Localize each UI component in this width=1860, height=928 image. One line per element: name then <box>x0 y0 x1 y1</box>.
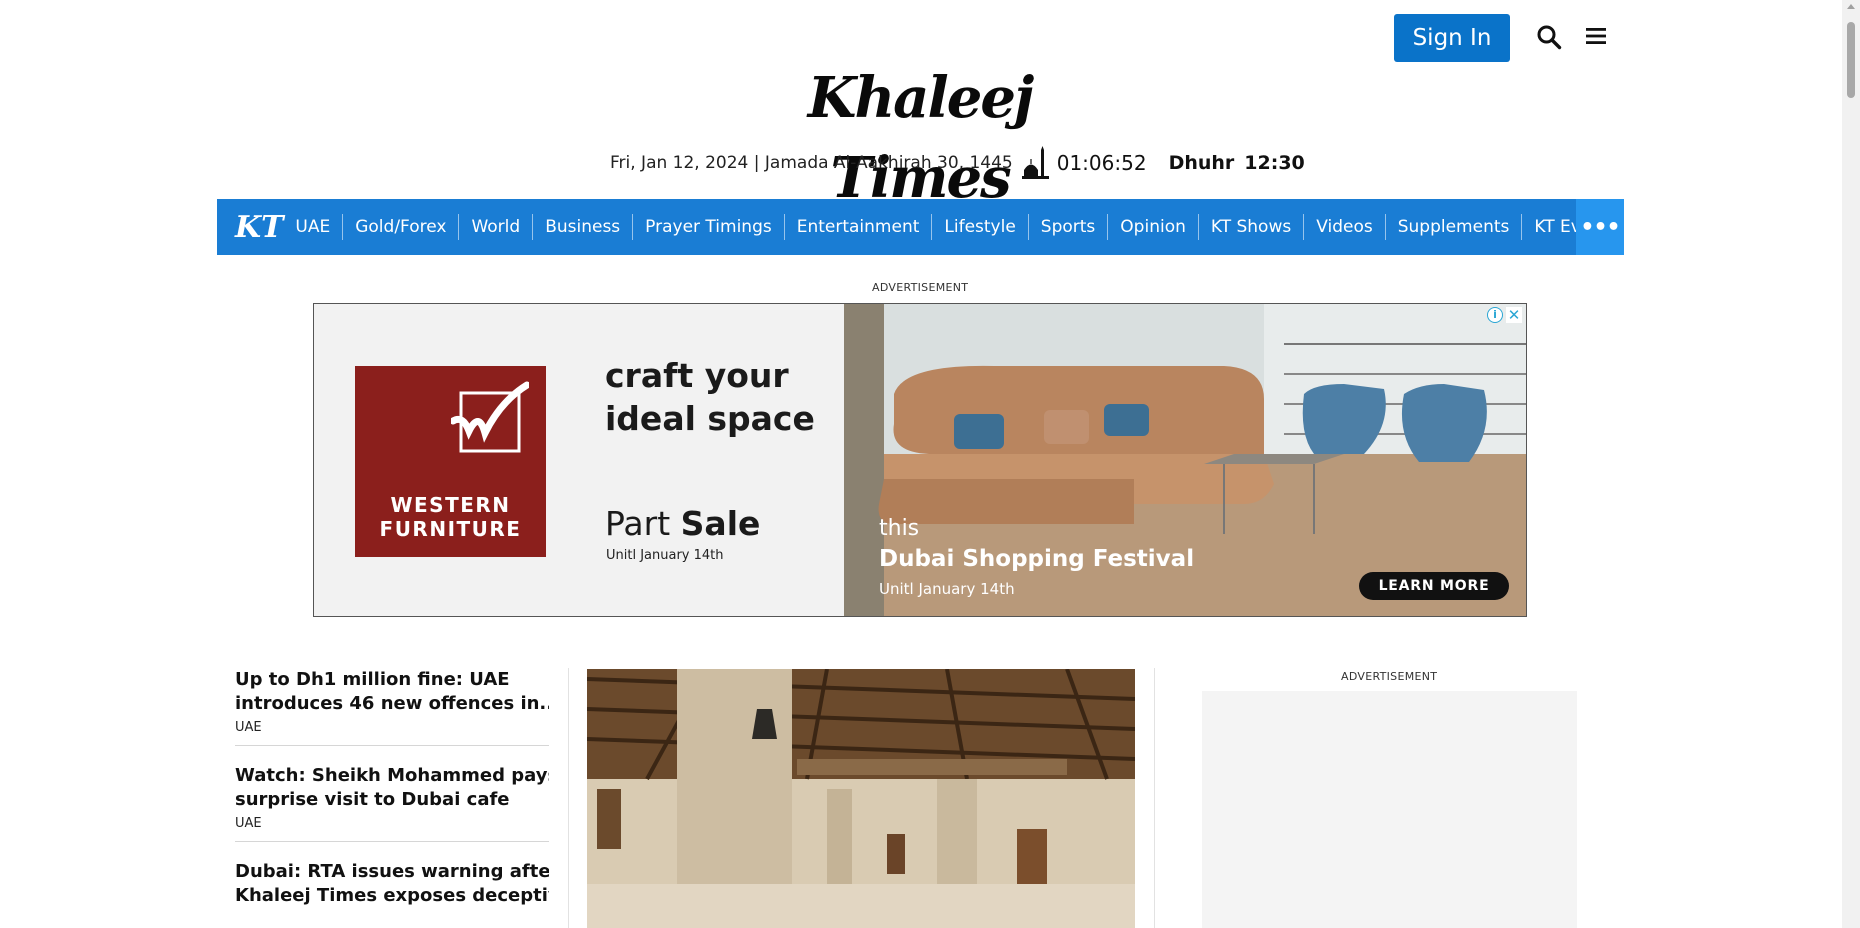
brand-name: WESTERN FURNITURE <box>379 493 522 541</box>
ad-until-left: Unitl January 14th <box>606 548 724 563</box>
nav-item-videos[interactable]: Videos <box>1303 214 1385 240</box>
checkmark-logo-icon <box>451 381 529 453</box>
site-logo[interactable]: Khaleej Times <box>745 58 1095 211</box>
clock: 01:06:52 <box>1056 151 1147 175</box>
news-headline[interactable]: Dubai: RTA issues warning after Khaleej T… <box>235 860 549 908</box>
news-headline[interactable]: Watch: Sheikh Mohammed pays surprise visi… <box>235 764 549 812</box>
featured-story-image[interactable] <box>587 669 1135 928</box>
mosque-icon <box>1021 146 1049 179</box>
list-item[interactable]: Watch: Sheikh Mohammed pays surprise visi… <box>235 764 549 842</box>
main-nav: KT UAE Gold/Forex World Business Prayer … <box>217 199 1624 255</box>
sale-prefix: Part <box>605 504 671 543</box>
nav-item-world[interactable]: World <box>458 214 532 240</box>
nav-kt-logo[interactable]: KT <box>235 199 283 255</box>
nav-item-uae[interactable]: UAE <box>283 214 342 240</box>
hamburger-menu-icon[interactable] <box>1584 25 1608 47</box>
ad-info-icon[interactable]: i <box>1487 307 1503 323</box>
date-text: Fri, Jan 12, 2024 | Jamada Al-Aakhirah 3… <box>610 153 1013 173</box>
nav-item-supplements[interactable]: Supplements <box>1384 214 1522 240</box>
nav-item-gold-forex[interactable]: Gold/Forex <box>342 214 458 240</box>
nav-item-lifestyle[interactable]: Lifestyle <box>931 214 1027 240</box>
ad-sale-text: Part Sale <box>605 504 760 543</box>
column-divider <box>568 668 569 928</box>
sale-bold: Sale <box>680 504 761 543</box>
news-headline[interactable]: Up to Dh1 million fine: UAE introduces 46… <box>235 668 549 716</box>
logo-wordmark: Khaleej Times <box>807 65 1034 211</box>
search-icon[interactable] <box>1536 24 1562 50</box>
nav-item-business[interactable]: Business <box>532 214 632 240</box>
nav-item-entertainment[interactable]: Entertainment <box>783 214 932 240</box>
learn-more-button[interactable]: LEARN MORE <box>1359 572 1509 600</box>
news-category[interactable]: UAE <box>235 720 549 735</box>
list-item[interactable]: Dubai: RTA issues warning after Khaleej T… <box>235 860 549 918</box>
nav-item-opinion[interactable]: Opinion <box>1107 214 1198 240</box>
top-stories-list: Up to Dh1 million fine: UAE introduces 46… <box>235 668 549 928</box>
prayer-name: Dhuhr <box>1168 152 1235 174</box>
news-category[interactable]: UAE <box>235 816 549 831</box>
advertisement-label: ADVERTISEMENT <box>872 281 969 294</box>
scroll-up-arrow-icon[interactable] <box>1847 4 1855 9</box>
scroll-thumb[interactable] <box>1847 22 1855 98</box>
western-furniture-logo: WESTERN FURNITURE <box>355 366 546 557</box>
ad-furniture-photo: this Dubai Shopping Festival Unitl Janua… <box>844 304 1526 616</box>
nav-more-button[interactable]: ••• <box>1576 199 1624 255</box>
sign-in-button[interactable]: Sign In <box>1394 14 1510 62</box>
ad-banner[interactable]: WESTERN FURNITURE craft your ideal space… <box>313 303 1527 617</box>
column-divider <box>1154 668 1155 928</box>
ad-until-right: Unitl January 14th <box>879 580 1015 598</box>
side-ad-slot[interactable] <box>1202 691 1577 928</box>
ad-headline: craft your ideal space <box>605 356 815 438</box>
page-scrollbar[interactable] <box>1842 0 1860 928</box>
ad-close-icon[interactable]: ✕ <box>1506 307 1522 323</box>
dateline: Fri, Jan 12, 2024 | Jamada Al-Aakhirah 3… <box>610 146 1305 179</box>
nav-item-kt-shows[interactable]: KT Shows <box>1197 214 1303 240</box>
advertisement-label: ADVERTISEMENT <box>1341 670 1438 683</box>
ad-festival-text: Dubai Shopping Festival <box>879 546 1195 572</box>
list-item[interactable]: Up to Dh1 million fine: UAE introduces 46… <box>235 668 549 746</box>
ad-choices[interactable]: i ✕ <box>1487 306 1522 324</box>
ad-this-text: this <box>879 516 920 541</box>
mosque-interior-illustration <box>587 669 1135 928</box>
nav-item-prayer-timings[interactable]: Prayer Timings <box>632 214 784 240</box>
prayer-time: 12:30 <box>1244 152 1305 174</box>
nav-item-sports[interactable]: Sports <box>1027 214 1108 240</box>
